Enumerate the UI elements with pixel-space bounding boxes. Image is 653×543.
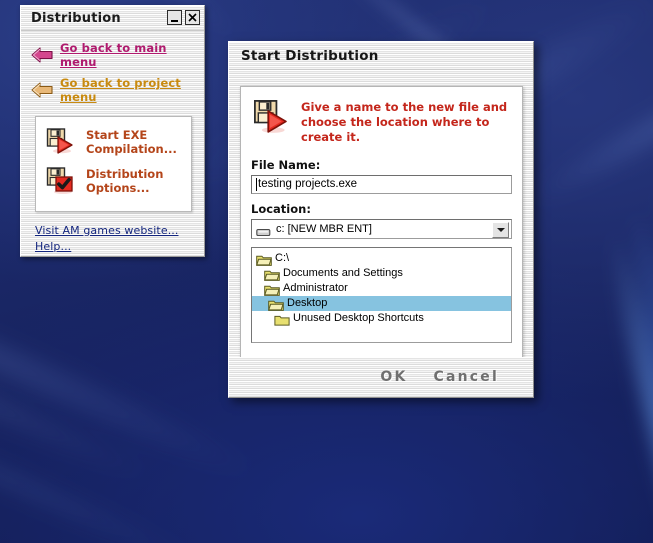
cancel-button[interactable]: Cancel — [434, 369, 499, 385]
desktop-background: Distribution Go back to main menu Go bac… — [0, 0, 653, 543]
filename-input[interactable]: testing projects.exe — [251, 174, 512, 194]
distribution-panel-title: Distribution — [31, 10, 121, 26]
dialog-title: Start Distribution — [241, 47, 379, 64]
distribution-panel: Distribution Go back to main menu Go bac… — [20, 5, 205, 257]
distribution-titlebar[interactable]: Distribution — [21, 6, 204, 31]
dialog-content-card: Give a name to the new file and choose t… — [240, 86, 523, 358]
floppy-disk-play-icon — [46, 127, 76, 157]
action-start-exe-compilation-label: Start EXE Compilation... — [86, 127, 177, 156]
folder-tree[interactable]: C:\ Documents and Settings Administrator… — [251, 246, 512, 343]
nav-link-project-menu[interactable]: Go back to project menu — [21, 74, 204, 106]
tree-item-c-drive[interactable]: C:\ — [252, 251, 511, 266]
tree-item-desktop[interactable]: Desktop — [252, 295, 511, 311]
filename-label: File Name: — [251, 157, 321, 172]
start-distribution-dialog: Start Distribution Give a name to the ne… — [228, 41, 534, 398]
folder-closed-icon — [274, 312, 290, 326]
tree-item-label: Administrator — [283, 282, 348, 295]
tree-item-label: Documents and Settings — [283, 267, 403, 280]
nav-link-main-menu-label: Go back to main menu — [60, 41, 167, 69]
tree-item-label: Desktop — [287, 297, 328, 310]
left-arrow-icon — [31, 47, 53, 63]
chevron-down-icon[interactable] — [492, 221, 509, 238]
minimize-icon[interactable] — [167, 10, 182, 25]
ok-button[interactable]: OK — [380, 369, 407, 385]
tree-item-label: Unused Desktop Shortcuts — [293, 312, 424, 325]
floppy-disk-check-icon — [46, 166, 76, 196]
tree-item-documents-and-settings[interactable]: Documents and Settings — [252, 266, 511, 281]
folder-open-icon — [264, 282, 280, 296]
dialog-titlebar[interactable]: Start Distribution — [229, 42, 533, 70]
filename-value: testing projects.exe — [258, 178, 358, 191]
dialog-instruction: Give a name to the new file and choose t… — [251, 95, 512, 150]
tree-item-unused-desktop-shortcuts[interactable]: Unused Desktop Shortcuts — [252, 311, 511, 326]
distribution-panel-body: Go back to main menu Go back to project … — [21, 31, 204, 253]
tree-item-label: C:\ — [275, 252, 290, 265]
tree-item-administrator[interactable]: Administrator — [252, 281, 511, 296]
hard-drive-icon — [256, 223, 271, 237]
close-icon[interactable] — [185, 10, 200, 25]
link-am-games-website[interactable]: Visit AM games website... — [35, 224, 204, 237]
text-caret — [256, 177, 257, 191]
floppy-disk-play-icon — [253, 98, 291, 138]
nav-link-project-menu-label: Go back to project menu — [60, 76, 181, 104]
window-controls — [167, 10, 200, 25]
nav-link-main-menu[interactable]: Go back to main menu — [21, 39, 204, 71]
folder-open-icon — [256, 252, 272, 266]
distribution-actions-box: Start EXE Compilation... Distribution Op… — [35, 116, 192, 212]
link-help[interactable]: Help... — [35, 240, 204, 253]
folder-open-icon — [264, 267, 280, 281]
location-dropdown[interactable]: c: [NEW MBR ENT] — [251, 218, 512, 239]
distribution-footer-links: Visit AM games website... Help... — [35, 224, 204, 253]
location-label: Location: — [251, 201, 311, 216]
dialog-footer: OK Cancel — [229, 357, 533, 397]
left-arrow-icon — [31, 82, 53, 98]
dialog-instruction-text: Give a name to the new file and choose t… — [301, 100, 508, 145]
location-selected-value: c: [NEW MBR ENT] — [276, 222, 372, 235]
action-distribution-options-label: Distribution Options... — [86, 166, 164, 195]
action-distribution-options[interactable]: Distribution Options... — [42, 163, 185, 202]
folder-open-icon — [268, 297, 284, 311]
action-start-exe-compilation[interactable]: Start EXE Compilation... — [42, 124, 185, 163]
